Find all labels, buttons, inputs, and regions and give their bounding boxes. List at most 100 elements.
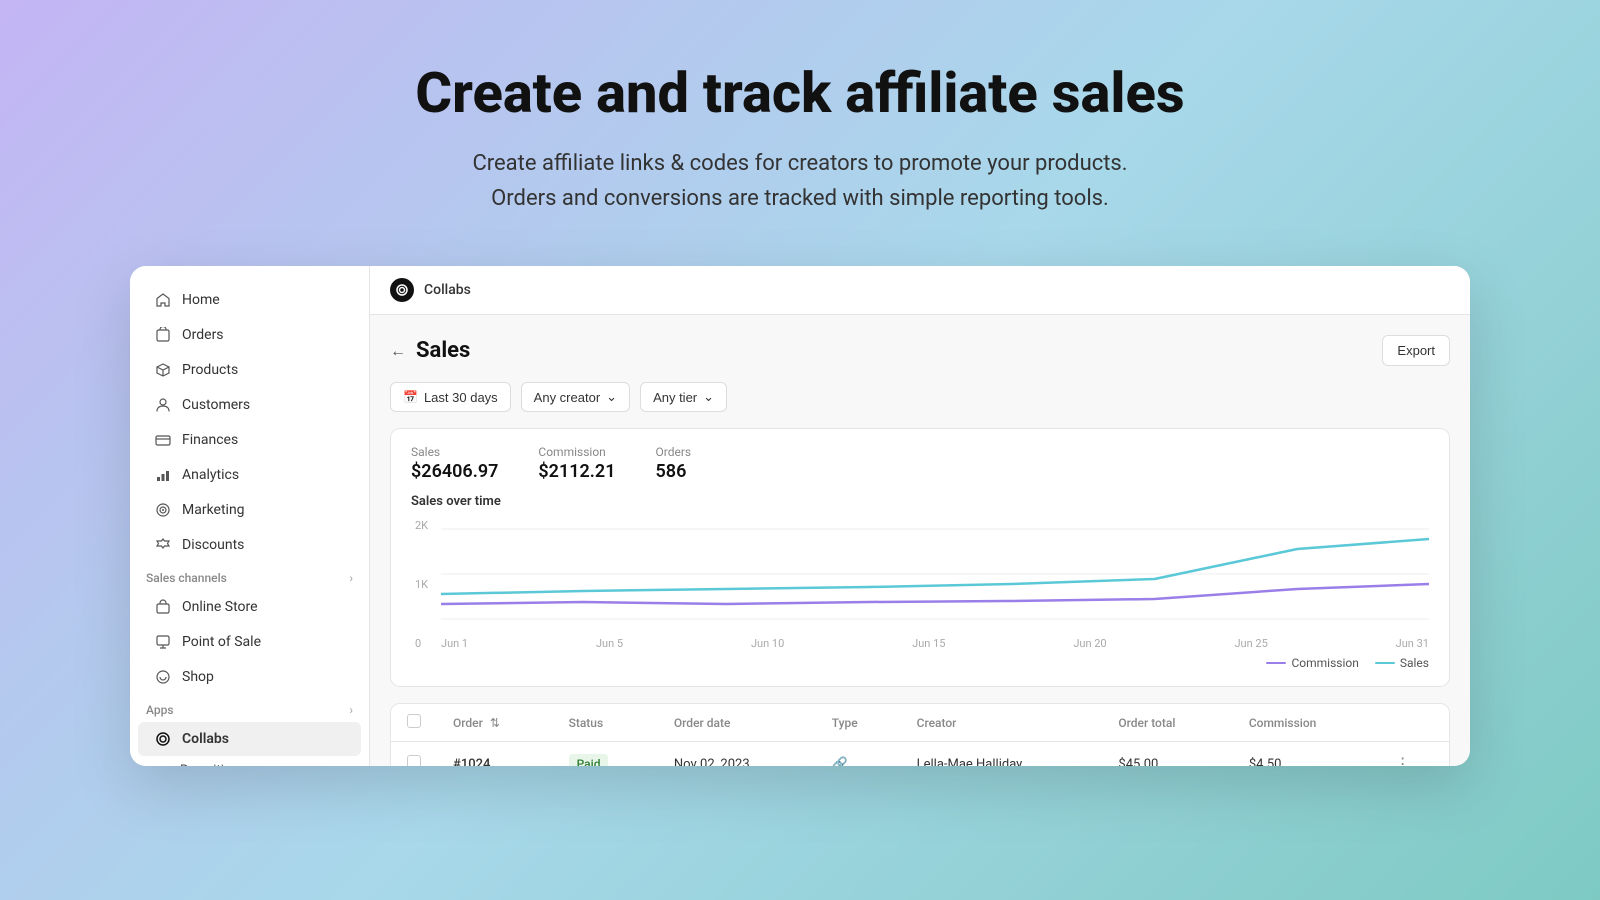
back-button[interactable]: ← [390,341,406,361]
date-range-filter[interactable]: 📅 Last 30 days [390,382,511,412]
row-creator: Lella-Mae Halliday [901,742,1103,767]
sidebar-item-pos[interactable]: Point of Sale [138,625,361,659]
page-title-row: ← Sales [390,338,470,363]
analytics-icon [154,466,172,484]
creator-filter[interactable]: Any creator ⌄ [521,382,630,412]
sidebar-item-orders[interactable]: Orders [138,318,361,352]
stats-row: Sales $26406.97 Commission $2112.21 Orde… [411,445,1429,482]
row-order: #1024 [437,742,553,767]
legend-commission: Commission [1266,656,1358,670]
row-type: 🔗 [816,742,901,767]
x-label-jun25: Jun 25 [1234,637,1267,650]
chart-legend: Commission Sales [411,656,1429,670]
th-creator: Creator [901,704,1103,742]
chart-title: Sales over time [411,494,1429,509]
row-checkbox[interactable] [407,755,421,766]
chart-area: Jun 1 Jun 5 Jun 10 Jun 15 Jun 20 Jun 25 … [441,519,1429,650]
x-label-jun15: Jun 15 [912,637,945,650]
x-label-jun10: Jun 10 [751,637,784,650]
th-status: Status [553,704,658,742]
sidebar-item-products[interactable]: Products [138,353,361,387]
sidebar-item-finances[interactable]: Finances [138,423,361,457]
sidebar-item-online-store[interactable]: Online Store [138,590,361,624]
row-status: Paid [553,742,658,767]
sidebar-item-customers[interactable]: Customers [138,388,361,422]
sales-legend-line [1375,662,1395,664]
online-store-icon [154,598,172,616]
hero-section: Create and track affiliate sales Create … [0,0,1600,246]
sidebar-item-shop[interactable]: Shop [138,660,361,694]
sales-channels-section: Sales channels › [130,563,369,589]
stat-commission: Commission $2112.21 [538,445,615,482]
sidebar-item-home[interactable]: Home [138,283,361,317]
row-checkbox-cell [391,742,437,767]
discounts-icon [154,536,172,554]
sidebar-item-discounts[interactable]: Discounts [138,528,361,562]
th-commission: Commission [1233,704,1379,742]
orders-table: Order ⇅ Status Order date Type Creator O… [391,704,1449,766]
app-window: Home Orders Products Customers Finances [130,266,1470,766]
sidebar-item-analytics[interactable]: Analytics [138,458,361,492]
marketing-icon [154,501,172,519]
stat-orders: Orders 586 [656,445,692,482]
stat-sales: Sales $26406.97 [411,445,498,482]
app-logo [390,278,414,302]
y-label-0: 0 [415,637,428,650]
row-commission: $4.50 [1233,742,1379,767]
main-content: Collabs ← Sales Export 📅 Last 30 days An… [370,266,1470,766]
legend-sales: Sales [1375,656,1429,670]
order-link[interactable]: #1024 [453,757,490,767]
link-type-icon: 🔗 [832,757,848,767]
apps-chevron[interactable]: › [349,703,353,717]
collabs-icon [154,730,172,748]
top-bar: Collabs [370,266,1470,315]
products-icon [154,361,172,379]
row-order-total: $45.00 [1102,742,1232,767]
orders-table-wrapper: Order ⇅ Status Order date Type Creator O… [390,703,1450,766]
th-order: Order ⇅ [437,704,553,742]
y-label-2k: 2K [415,519,428,532]
th-type: Type [816,704,901,742]
sidebar: Home Orders Products Customers Finances [130,266,370,766]
x-label-jun5: Jun 5 [596,637,623,650]
table-row: #1024 Paid Nov 02, 2023 🔗 Lella-Mae Hall… [391,742,1449,767]
th-order-date: Order date [658,704,816,742]
sidebar-item-marketing[interactable]: Marketing [138,493,361,527]
chart-svg [441,519,1429,629]
apps-section: Apps › [130,695,369,721]
chart-container: 2K 1K 0 [411,519,1429,650]
sidebar-item-collabs[interactable]: Collabs [138,722,361,756]
orders-icon [154,326,172,344]
th-order-total: Order total [1102,704,1232,742]
y-label-1k: 1K [415,578,428,591]
tier-chevron-icon: ⌄ [703,389,714,405]
page-header: ← Sales Export [390,335,1450,366]
th-checkbox [391,704,437,742]
status-badge: Paid [569,754,609,767]
sales-channels-chevron[interactable]: › [349,571,353,585]
filters-row: 📅 Last 30 days Any creator ⌄ Any tier ⌄ [390,382,1450,412]
finances-icon [154,431,172,449]
x-label-jun1: Jun 1 [441,637,468,650]
th-actions [1379,704,1449,742]
row-more: ⋮ [1379,742,1449,767]
sidebar-item-recruiting[interactable]: Recruiting [138,757,361,766]
top-bar-title: Collabs [424,282,471,298]
select-all-checkbox[interactable] [407,714,421,728]
page-title: Sales [416,338,470,363]
home-icon [154,291,172,309]
x-label-jun20: Jun 20 [1073,637,1106,650]
customers-icon [154,396,172,414]
export-button[interactable]: Export [1382,335,1450,366]
shop-icon [154,668,172,686]
x-label-jun31: Jun 31 [1396,637,1429,650]
calendar-icon: 📅 [403,390,418,404]
tier-filter[interactable]: Any tier ⌄ [640,382,727,412]
row-more-button[interactable]: ⋮ [1395,754,1411,766]
y-axis-labels: 2K 1K 0 [411,519,432,650]
commission-legend-line [1266,662,1286,664]
row-order-date: Nov 02, 2023 [658,742,816,767]
sort-icon[interactable]: ⇅ [490,716,500,730]
x-axis-labels: Jun 1 Jun 5 Jun 10 Jun 15 Jun 20 Jun 25 … [441,637,1429,650]
hero-title: Create and track affiliate sales [20,60,1580,126]
